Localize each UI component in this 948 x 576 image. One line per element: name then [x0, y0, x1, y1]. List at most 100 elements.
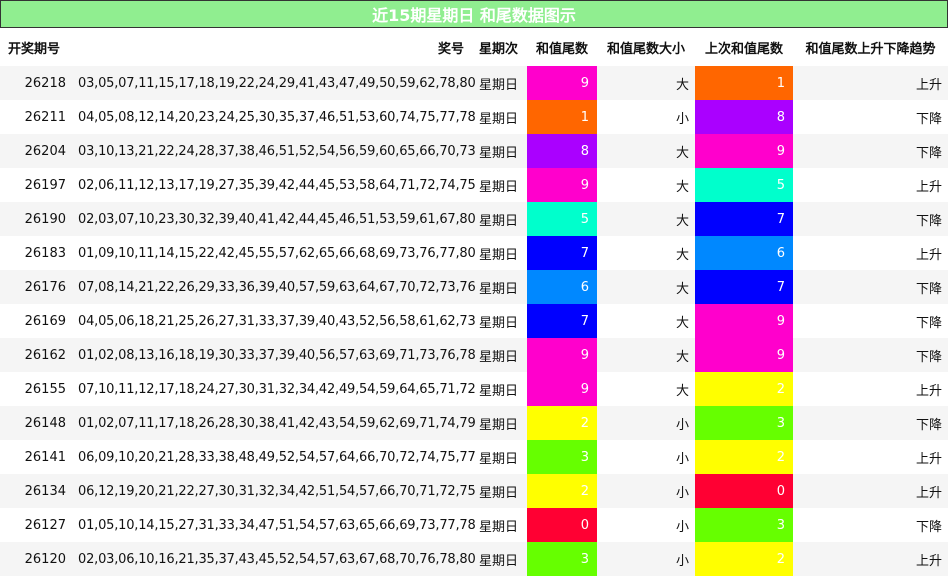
sum-tail-cell: 6 — [527, 270, 597, 304]
numbers-cell: 06,12,19,20,21,22,27,30,31,32,34,42,51,5… — [72, 474, 476, 508]
tail-size-cell: 小 — [597, 100, 695, 134]
weekday-cell: 星期日 — [470, 372, 527, 406]
issue-cell: 26197 — [0, 168, 72, 202]
trend-cell: 上升 — [793, 440, 948, 474]
header-issue: 开奖期号 — [0, 28, 72, 66]
prev-tail-cell: 6 — [695, 236, 793, 270]
numbers-cell: 07,08,14,21,22,26,29,33,36,39,40,57,59,6… — [72, 270, 476, 304]
header-sum-tail: 和值尾数 — [527, 28, 597, 66]
prev-tail-cell: 3 — [695, 508, 793, 542]
numbers-cell: 06,09,10,20,21,28,33,38,48,49,52,54,57,6… — [72, 440, 476, 474]
table-row: 26155 07,10,11,12,17,18,24,27,30,31,32,34… — [0, 372, 948, 406]
numbers-cell: 04,05,08,12,14,20,23,24,25,30,35,37,46,5… — [72, 100, 476, 134]
trend-cell: 下降 — [793, 338, 948, 372]
table-row: 26141 06,09,10,20,21,28,33,38,48,49,52,54… — [0, 440, 948, 474]
tail-size-cell: 小 — [597, 440, 695, 474]
issue-cell: 26190 — [0, 202, 72, 236]
table-header: 开奖期号 奖号 星期次 和值尾数 和值尾数大小 上次和值尾数 和值尾数上升下降趋… — [0, 28, 948, 66]
issue-cell: 26141 — [0, 440, 72, 474]
weekday-cell: 星期日 — [470, 542, 527, 576]
page-title: 近15期星期日 和尾数据图示 — [0, 0, 948, 28]
prev-tail-cell: 7 — [695, 270, 793, 304]
tail-size-cell: 大 — [597, 66, 695, 100]
numbers-cell: 01,09,10,11,14,15,22,42,45,55,57,62,65,6… — [72, 236, 476, 270]
weekday-cell: 星期日 — [470, 508, 527, 542]
trend-cell: 下降 — [793, 508, 948, 542]
trend-cell: 下降 — [793, 406, 948, 440]
weekday-cell: 星期日 — [470, 202, 527, 236]
sum-tail-cell: 2 — [527, 406, 597, 440]
table-row: 26197 02,06,11,12,13,17,19,27,35,39,42,44… — [0, 168, 948, 202]
prev-tail-cell: 2 — [695, 372, 793, 406]
weekday-cell: 星期日 — [470, 440, 527, 474]
issue-cell: 26120 — [0, 542, 72, 576]
sum-tail-cell: 9 — [527, 338, 597, 372]
prev-tail-cell: 8 — [695, 100, 793, 134]
trend-cell: 下降 — [793, 270, 948, 304]
numbers-cell: 07,10,11,12,17,18,24,27,30,31,32,34,42,4… — [72, 372, 476, 406]
prev-tail-cell: 2 — [695, 542, 793, 576]
sum-tail-cell: 1 — [527, 100, 597, 134]
prev-tail-cell: 9 — [695, 134, 793, 168]
numbers-cell: 02,06,11,12,13,17,19,27,35,39,42,44,45,5… — [72, 168, 476, 202]
table-row: 26176 07,08,14,21,22,26,29,33,36,39,40,57… — [0, 270, 948, 304]
numbers-cell: 03,05,07,11,15,17,18,19,22,24,29,41,43,4… — [72, 66, 476, 100]
trend-cell: 下降 — [793, 304, 948, 338]
weekday-cell: 星期日 — [470, 134, 527, 168]
weekday-cell: 星期日 — [470, 100, 527, 134]
table-row: 26204 03,10,13,21,22,24,28,37,38,46,51,52… — [0, 134, 948, 168]
tail-size-cell: 小 — [597, 406, 695, 440]
trend-cell: 上升 — [793, 474, 948, 508]
prev-tail-cell: 1 — [695, 66, 793, 100]
lottery-table: 开奖期号 奖号 星期次 和值尾数 和值尾数大小 上次和值尾数 和值尾数上升下降趋… — [0, 28, 948, 576]
header-numbers: 奖号 — [72, 28, 470, 66]
table-row: 26134 06,12,19,20,21,22,27,30,31,32,34,42… — [0, 474, 948, 508]
numbers-cell: 04,05,06,18,21,25,26,27,31,33,37,39,40,4… — [72, 304, 476, 338]
trend-cell: 上升 — [793, 542, 948, 576]
table-row: 26127 01,05,10,14,15,27,31,33,34,47,51,54… — [0, 508, 948, 542]
trend-cell: 上升 — [793, 372, 948, 406]
trend-cell: 下降 — [793, 100, 948, 134]
trend-cell: 上升 — [793, 168, 948, 202]
sum-tail-cell: 3 — [527, 440, 597, 474]
tail-size-cell: 小 — [597, 542, 695, 576]
table-row: 26162 01,02,08,13,16,18,19,30,33,37,39,40… — [0, 338, 948, 372]
header-tail-size: 和值尾数大小 — [597, 28, 695, 66]
issue-cell: 26204 — [0, 134, 72, 168]
tail-size-cell: 大 — [597, 134, 695, 168]
weekday-cell: 星期日 — [470, 338, 527, 372]
issue-cell: 26134 — [0, 474, 72, 508]
weekday-cell: 星期日 — [470, 236, 527, 270]
trend-cell: 上升 — [793, 236, 948, 270]
tail-size-cell: 小 — [597, 508, 695, 542]
trend-cell: 上升 — [793, 66, 948, 100]
weekday-cell: 星期日 — [470, 406, 527, 440]
tail-size-cell: 小 — [597, 474, 695, 508]
header-row: 开奖期号 奖号 星期次 和值尾数 和值尾数大小 上次和值尾数 和值尾数上升下降趋… — [0, 28, 948, 66]
issue-cell: 26127 — [0, 508, 72, 542]
issue-cell: 26176 — [0, 270, 72, 304]
sum-tail-cell: 7 — [527, 304, 597, 338]
issue-cell: 26155 — [0, 372, 72, 406]
numbers-cell: 01,02,08,13,16,18,19,30,33,37,39,40,56,5… — [72, 338, 476, 372]
issue-cell: 26183 — [0, 236, 72, 270]
weekday-cell: 星期日 — [470, 270, 527, 304]
prev-tail-cell: 2 — [695, 440, 793, 474]
table-body: 26218 03,05,07,11,15,17,18,19,22,24,29,41… — [0, 66, 948, 576]
numbers-cell: 03,10,13,21,22,24,28,37,38,46,51,52,54,5… — [72, 134, 476, 168]
header-weekday: 星期次 — [470, 28, 527, 66]
header-prev-tail: 上次和值尾数 — [695, 28, 793, 66]
table-row: 26148 01,02,07,11,17,18,26,28,30,38,41,42… — [0, 406, 948, 440]
table-row: 26169 04,05,06,18,21,25,26,27,31,33,37,39… — [0, 304, 948, 338]
tail-size-cell: 大 — [597, 236, 695, 270]
numbers-cell: 01,05,10,14,15,27,31,33,34,47,51,54,57,6… — [72, 508, 476, 542]
sum-tail-cell: 9 — [527, 372, 597, 406]
numbers-cell: 01,02,07,11,17,18,26,28,30,38,41,42,43,5… — [72, 406, 476, 440]
sum-tail-cell: 0 — [527, 508, 597, 542]
weekday-cell: 星期日 — [470, 304, 527, 338]
prev-tail-cell: 9 — [695, 304, 793, 338]
table-row: 26211 04,05,08,12,14,20,23,24,25,30,35,37… — [0, 100, 948, 134]
tail-size-cell: 大 — [597, 338, 695, 372]
sum-tail-cell: 9 — [527, 66, 597, 100]
weekday-cell: 星期日 — [470, 168, 527, 202]
